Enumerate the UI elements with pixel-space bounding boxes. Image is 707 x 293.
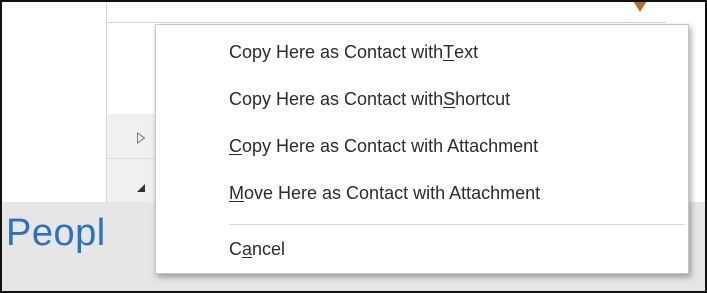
folder-marker-icon — [628, 2, 652, 14]
menu-item-access-key: C — [229, 135, 242, 156]
navigation-pane — [2, 2, 106, 202]
pane-top-border — [106, 22, 666, 23]
menu-item-label: ove Here as Contact with Attachment — [244, 182, 541, 203]
menu-item-label: Copy Here as Contact with — [229, 88, 444, 109]
menu-item-copy-as-contact-attachment[interactable]: Copy Here as Contact with Attachment — [156, 129, 688, 163]
menu-item-access-key: a — [242, 238, 253, 259]
menu-item-copy-as-contact-shortcut[interactable]: Copy Here as Contact with Shortcut — [156, 82, 688, 116]
menu-item-label: opy Here as Contact with Attachment — [242, 135, 539, 156]
menu-item-access-key: T — [443, 41, 455, 62]
menu-item-access-key: S — [443, 88, 456, 109]
menu-item-move-as-contact-attachment[interactable]: Move Here as Contact with Attachment — [156, 176, 688, 210]
collapse-down-icon[interactable] — [134, 181, 148, 195]
menu-item-label: hortcut — [455, 88, 511, 109]
menu-item-label: ext — [454, 41, 479, 62]
menu-item-access-key: M — [229, 182, 244, 203]
outlook-window: Peopl Copy Here as Contact with Text Cop… — [0, 0, 707, 293]
menu-item-label: ncel — [252, 238, 286, 259]
expand-right-icon[interactable] — [134, 131, 148, 145]
drag-drop-context-menu: Copy Here as Contact with Text Copy Here… — [155, 24, 689, 274]
menu-item-label: C — [229, 238, 242, 259]
menu-item-copy-as-contact-text[interactable]: Copy Here as Contact with Text — [156, 35, 688, 69]
menu-item-label: Copy Here as Contact with — [229, 41, 444, 62]
menu-item-cancel[interactable]: Ca ncel — [156, 232, 688, 266]
menu-separator — [229, 224, 685, 225]
people-module-label[interactable]: Peopl — [6, 212, 106, 255]
